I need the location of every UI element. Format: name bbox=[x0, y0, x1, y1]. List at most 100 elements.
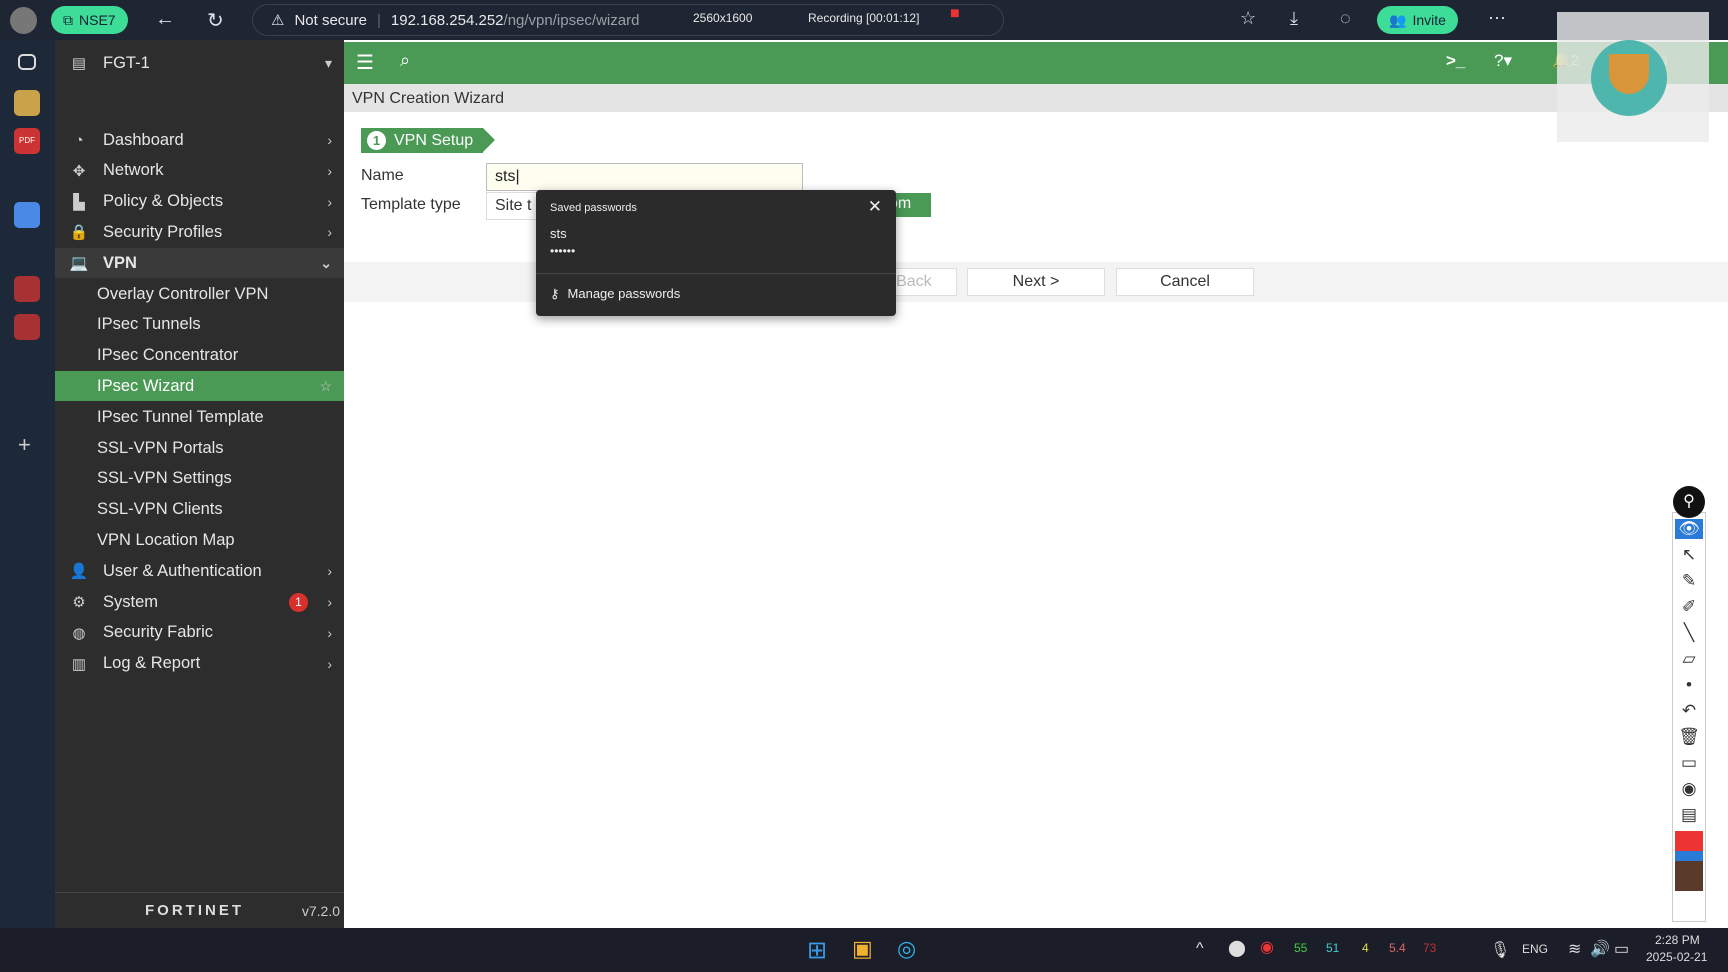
chevron-right-icon: › bbox=[327, 224, 332, 241]
recording-status: Recording [00:01:12] bbox=[808, 11, 920, 25]
highlighter-icon[interactable]: ✐ bbox=[1682, 597, 1696, 617]
people-icon: 👥 bbox=[1389, 11, 1407, 28]
page-title: VPN Creation Wizard bbox=[344, 84, 1728, 112]
sidebar-item-ipsec-wizard[interactable]: IPsec Wizard ☆ bbox=[55, 371, 344, 402]
sidebar-item-ipsec-tunnels[interactable]: IPsec Tunnels bbox=[55, 310, 344, 340]
sidebar-item-user-authentication[interactable]: 👤 User & Authentication › bbox=[55, 556, 344, 586]
gear-icon: ⚙ bbox=[72, 594, 86, 611]
eye-icon[interactable]: 👁 bbox=[1675, 519, 1703, 539]
sidebar-item-system[interactable]: ⚙ System 1 › bbox=[55, 587, 344, 617]
edge-icon[interactable]: ◎ bbox=[897, 936, 916, 962]
toolbar-toggle-icon[interactable]: ⚲ bbox=[1673, 486, 1705, 518]
app-icon[interactable] bbox=[14, 202, 40, 228]
mic-icon[interactable]: 🎙 bbox=[1490, 940, 1510, 960]
sidebar-item-ssl-vpn-clients[interactable]: SSL-VPN Clients bbox=[55, 495, 344, 525]
invite-button[interactable]: 👥 Invite bbox=[1377, 6, 1458, 34]
app-icon[interactable] bbox=[14, 314, 40, 340]
watermark-logo bbox=[1557, 12, 1709, 142]
profile-avatar[interactable] bbox=[10, 7, 37, 34]
sidebar: ▤ FGT-1 ▾ ◔ Dashboard › ✥ Network › ▙ Policy & Ob… bbox=[55, 40, 344, 928]
device-icon: ▤ bbox=[71, 55, 87, 72]
chevron-right-icon: › bbox=[327, 563, 332, 580]
policy-icon: ▙ bbox=[73, 193, 85, 211]
saved-passwords-popup: Saved passwords ✕ sts •••••• ⚷ Manage pas… bbox=[536, 190, 896, 316]
taskbar: ⊞ ▣ ◎ ^ ⬤ ◉ 55 51 4 5.4 73 🎙 ENG ≋ 🔊 ▭ 2… bbox=[0, 928, 1728, 972]
battery-icon[interactable]: ▭ bbox=[1614, 939, 1629, 959]
record-icon[interactable]: ◉ bbox=[1260, 937, 1274, 957]
dot-icon[interactable]: • bbox=[1686, 675, 1692, 695]
camera-icon[interactable]: ◉ bbox=[1682, 779, 1697, 799]
sidebar-item-ipsec-tunnel-template[interactable]: IPsec Tunnel Template bbox=[55, 402, 344, 432]
chevron-right-icon: › bbox=[327, 594, 332, 610]
app-icon[interactable] bbox=[14, 90, 40, 116]
stop-recording-icon[interactable]: ■ bbox=[950, 5, 960, 23]
line-icon[interactable]: ╲ bbox=[1684, 623, 1694, 643]
undo-icon[interactable]: ↶ bbox=[1682, 701, 1696, 721]
device-selector[interactable]: ▤ FGT-1 ▾ bbox=[55, 48, 344, 78]
chevron-up-icon[interactable]: ^ bbox=[1196, 940, 1204, 958]
cli-icon[interactable]: >_ bbox=[1446, 51, 1465, 71]
eraser-icon[interactable]: ▱ bbox=[1682, 649, 1695, 669]
version-text: v7.2.0 bbox=[301, 902, 340, 919]
menu-icon[interactable]: ☰ bbox=[356, 50, 374, 75]
sidebar-item-vpn[interactable]: 💻 VPN ⌄ bbox=[55, 248, 344, 279]
top-header: ☰ ⌕ >_ ?▾ 🔔2 admin bbox=[344, 42, 1728, 84]
favorites-icon[interactable]: ☆ bbox=[1240, 8, 1256, 29]
sidebar-item-security-profiles[interactable]: 🔒 Security Profiles › bbox=[55, 217, 344, 247]
close-icon[interactable]: ✕ bbox=[868, 197, 882, 217]
color-palette[interactable] bbox=[1675, 831, 1703, 891]
wifi-icon[interactable]: ≋ bbox=[1568, 939, 1581, 959]
workspace-button[interactable]: ⧉ NSE7 bbox=[51, 6, 128, 34]
add-icon[interactable]: + bbox=[18, 432, 31, 458]
clipboard-icon[interactable]: ▤ bbox=[1681, 805, 1697, 825]
cancel-button[interactable]: Cancel bbox=[1116, 268, 1254, 296]
windows-start-icon[interactable]: ⊞ bbox=[807, 936, 827, 965]
app-icon[interactable] bbox=[14, 276, 40, 302]
help-icon[interactable]: ?▾ bbox=[1494, 51, 1512, 71]
board-icon[interactable]: ▭ bbox=[1681, 753, 1697, 773]
sidebar-item-ssl-vpn-settings[interactable]: SSL-VPN Settings bbox=[55, 464, 344, 494]
sidebar-item-log-report[interactable]: ▥ Log & Report › bbox=[55, 649, 344, 679]
notification-badge: 1 bbox=[289, 592, 308, 612]
sidebar-item-overlay-controller-vpn[interactable]: Overlay Controller VPN bbox=[55, 279, 344, 309]
download-icon[interactable]: ⤓ bbox=[1290, 8, 1298, 29]
sidebar-item-policy-objects[interactable]: ▙ Policy & Objects › bbox=[55, 187, 344, 217]
star-icon[interactable]: ☆ bbox=[319, 378, 332, 395]
user-icon: 👤 bbox=[69, 563, 89, 581]
chevron-right-icon: › bbox=[327, 132, 332, 148]
sidebar-item-dashboard[interactable]: ◔ Dashboard › bbox=[55, 125, 344, 155]
workspace-icon: ⧉ bbox=[63, 11, 73, 28]
sidebar-item-vpn-location-map[interactable]: VPN Location Map bbox=[55, 525, 344, 555]
chevron-right-icon: › bbox=[327, 193, 332, 210]
dashboard-icon: ◔ bbox=[74, 131, 84, 149]
trash-icon[interactable]: 🗑 bbox=[1678, 727, 1700, 747]
chevron-right-icon: › bbox=[327, 655, 332, 672]
sidebar-item-ssl-vpn-portals[interactable]: SSL-VPN Portals bbox=[55, 433, 344, 463]
name-input[interactable]: sts| bbox=[486, 163, 803, 191]
search-icon[interactable]: ⌕ bbox=[400, 50, 410, 71]
warning-icon: ⚠ bbox=[271, 12, 285, 29]
laptop-icon: 💻 bbox=[69, 255, 89, 273]
location-icon[interactable]: ⬤ bbox=[1228, 938, 1246, 958]
name-label: Name bbox=[361, 167, 404, 184]
sidebar-item-network[interactable]: ✥ Network › bbox=[55, 156, 344, 186]
sidebar-item-ipsec-concentrator[interactable]: IPsec Concentrator bbox=[55, 341, 344, 371]
volume-icon[interactable]: 🔊 bbox=[1590, 939, 1610, 959]
pen-icon[interactable]: ✎ bbox=[1682, 571, 1696, 591]
app-icon[interactable]: ▣ bbox=[852, 936, 873, 962]
reload-icon[interactable]: ↻ bbox=[207, 8, 224, 33]
more-icon[interactable]: ⋯ bbox=[1488, 8, 1506, 29]
wizard-step: 1 VPN Setup bbox=[361, 128, 496, 153]
pdf-icon[interactable]: PDF bbox=[14, 128, 40, 154]
sidebar-item-security-fabric[interactable]: ◍ Security Fabric › bbox=[55, 618, 344, 648]
manage-passwords-link[interactable]: ⚷ Manage passwords bbox=[550, 286, 680, 302]
pointer-icon[interactable]: ↖ bbox=[1682, 545, 1696, 565]
tab-icon[interactable] bbox=[18, 54, 36, 70]
next-button[interactable]: Next > bbox=[967, 268, 1105, 296]
chat-icon[interactable]: ◌ bbox=[1340, 8, 1351, 29]
chevron-right-icon: › bbox=[327, 624, 332, 641]
template-type-label: Template type bbox=[361, 196, 461, 213]
saved-credential[interactable]: sts •••••• bbox=[536, 222, 896, 264]
back-icon[interactable]: ← bbox=[155, 8, 175, 31]
browser-toolbar: ⧉ NSE7 ← ↻ ⚠ Not secure | 192.168.254.252/n… bbox=[0, 0, 1728, 40]
